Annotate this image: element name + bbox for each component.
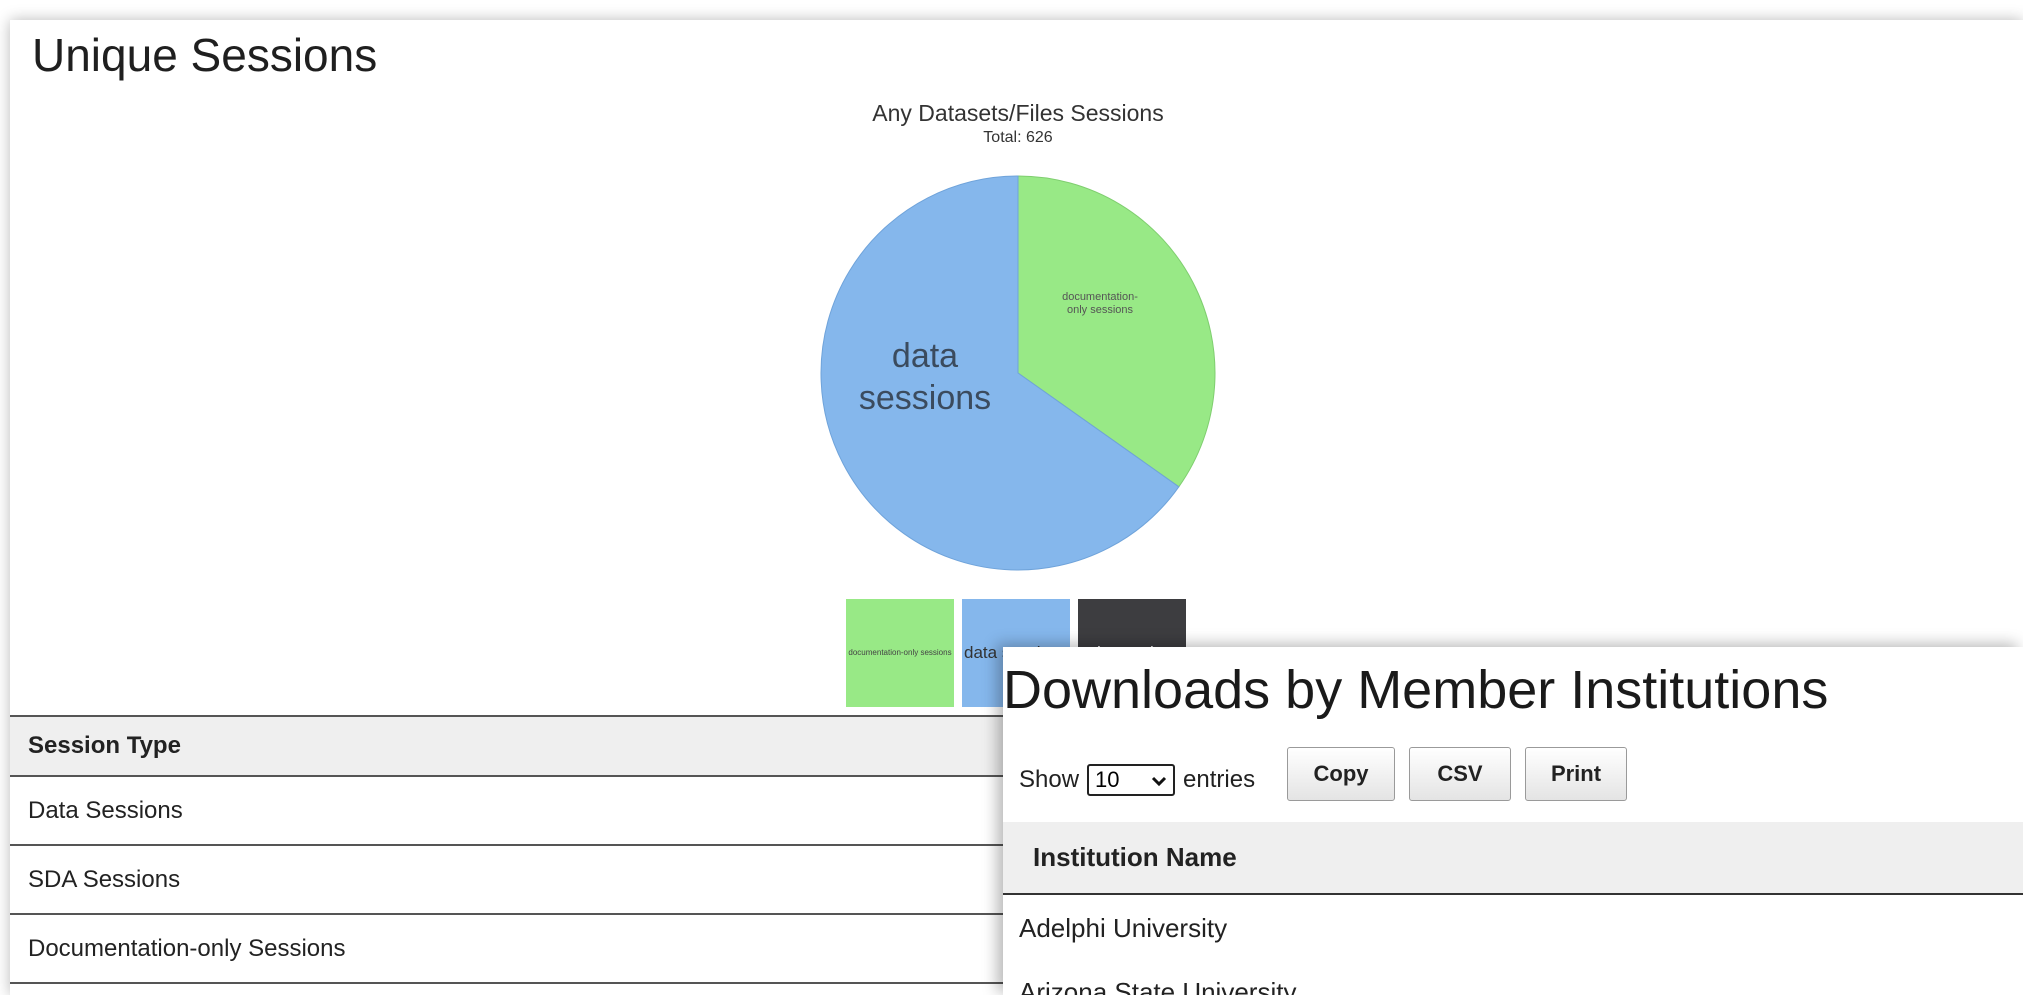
table-row: Adelphi University <box>1019 913 1228 943</box>
table-row: SDA Sessions <box>10 846 1020 915</box>
copy-button[interactable]: Copy <box>1287 747 1395 801</box>
print-button[interactable]: Print <box>1525 747 1627 801</box>
table-header-session-type[interactable]: Session Type <box>10 715 1020 777</box>
entries-select[interactable]: 10 <box>1087 764 1176 796</box>
chevron-down-icon <box>1151 767 1167 793</box>
chart-subtitle: Total: 626 <box>983 129 1052 146</box>
downloads-panel: Downloads by Member Institutions Show 10… <box>1003 647 2023 995</box>
session-type-table: Session Type Data Sessions SDA Sessions … <box>10 715 1020 984</box>
table-header-institution-name[interactable]: Institution Name <box>1003 822 2023 895</box>
slice-label: only sessions <box>1067 304 1134 316</box>
legend-item[interactable]: documentation-only sessions <box>846 599 954 707</box>
table-row: Documentation-only Sessions <box>10 915 1020 984</box>
show-label: Show <box>1019 766 1080 793</box>
entries-length-control: Show 10 entries <box>1019 764 1255 796</box>
section-title: Downloads by Member Institutions <box>1003 660 1829 720</box>
slice-label: sessions <box>859 379 991 417</box>
csv-button[interactable]: CSV <box>1409 747 1511 801</box>
table-row: Arizona State University <box>1019 977 1297 995</box>
table-row: Data Sessions <box>10 777 1020 846</box>
slice-label: documentation- <box>1062 291 1138 303</box>
chart-title: Any Datasets/Files Sessions <box>872 100 1163 126</box>
entries-label: entries <box>1183 766 1256 793</box>
entries-select-value: 10 <box>1095 767 1120 792</box>
slice-label: data <box>892 337 958 375</box>
